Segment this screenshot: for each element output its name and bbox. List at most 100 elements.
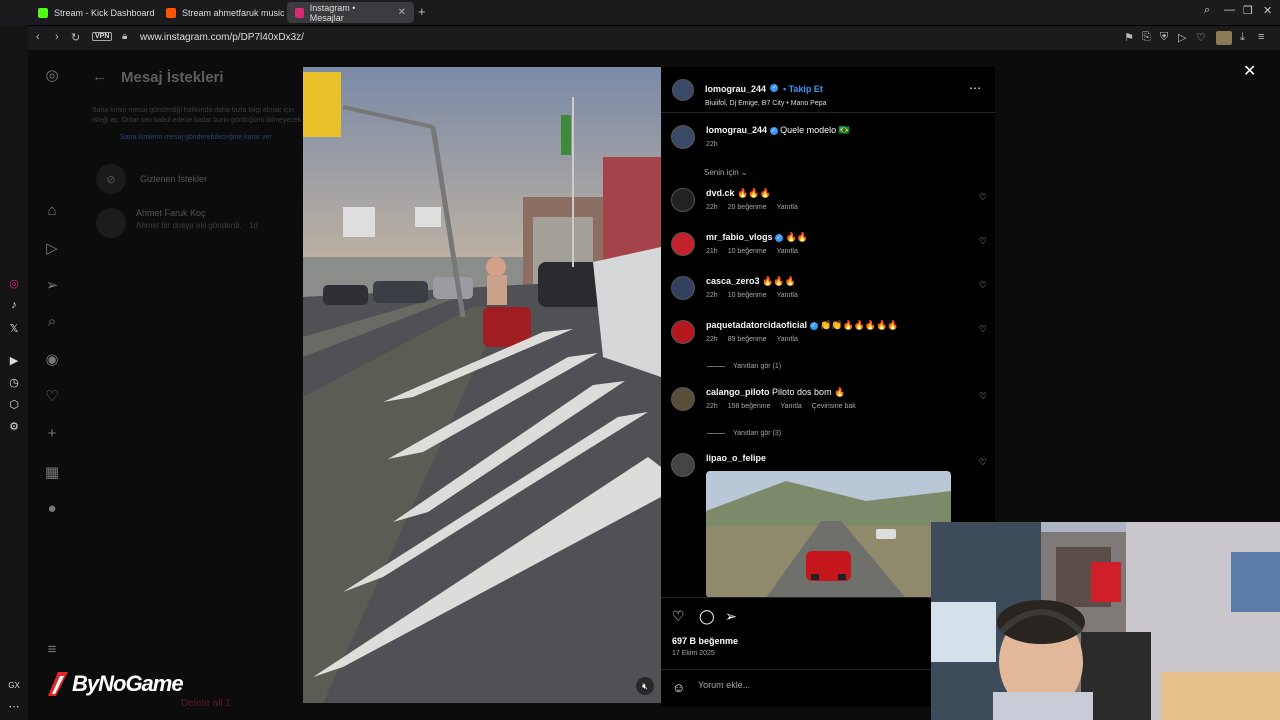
reels-icon[interactable]: ▷ — [28, 239, 76, 257]
search-icon[interactable]: ⌕ — [28, 313, 76, 330]
delete-all-button[interactable]: Delete all 1 — [181, 698, 231, 709]
comment-likes[interactable]: 89 beğenme — [728, 336, 767, 343]
like-icon[interactable]: ♡ — [672, 608, 685, 625]
share-icon[interactable]: ➢ — [725, 608, 737, 625]
follow-button[interactable]: • Takip Et — [783, 84, 823, 94]
messages-icon[interactable]: ➢ — [28, 276, 76, 294]
reply-button[interactable]: Yanıtla — [777, 248, 798, 255]
author-avatar[interactable] — [672, 79, 694, 101]
view-replies-button[interactable]: Yanıtları gör (3) — [707, 430, 781, 437]
vpn-badge[interactable]: VPN — [92, 32, 113, 41]
more-icon[interactable]: ⋯ — [0, 700, 28, 713]
comment-username[interactable]: paquetadatorcidaoficial — [706, 320, 807, 330]
minimize-icon[interactable]: — — [1224, 4, 1235, 16]
more-options-icon[interactable]: ⋯ — [969, 81, 981, 95]
tiktok-icon[interactable]: ♪ — [0, 299, 28, 311]
comment-gif[interactable] — [706, 471, 951, 598]
post-video[interactable]: 🔇︎ — [303, 67, 661, 703]
lock-icon[interactable]: 🔒︎ — [122, 31, 127, 42]
reply-button[interactable]: Yanıtla — [777, 336, 798, 343]
create-icon[interactable]: + — [28, 425, 76, 442]
notifications-icon[interactable]: ♡ — [28, 387, 76, 405]
player-icon[interactable]: ▶ — [0, 354, 28, 367]
like-comment-icon[interactable]: ♡ — [979, 457, 987, 468]
tab-instagram[interactable]: Instagram • Mesajlar ✕ — [287, 2, 414, 23]
profile-avatar-icon[interactable] — [1216, 31, 1232, 45]
author-username[interactable]: lomograu_244 — [705, 84, 766, 94]
avatar[interactable] — [671, 188, 695, 212]
profile-icon[interactable]: ● — [28, 500, 76, 517]
hidden-requests-item[interactable]: ⊘ Gizlenen İstekler — [96, 164, 207, 194]
reply-button[interactable]: Yanıtla — [781, 403, 802, 410]
sort-dropdown[interactable]: Senin için ⌄ — [704, 168, 748, 177]
menu-icon[interactable]: ≡ — [1258, 31, 1264, 43]
comment-likes[interactable]: 158 beğenme — [728, 403, 771, 410]
comment-likes[interactable]: 10 beğenme — [728, 248, 767, 255]
close-icon[interactable]: ✕ — [1243, 61, 1256, 81]
comment-input[interactable] — [698, 680, 958, 690]
snapshot-icon[interactable]: ⎘ — [1142, 31, 1151, 44]
back-arrow-icon[interactable]: ← — [92, 68, 107, 85]
instagram-icon — [295, 7, 304, 18]
emoji-icon[interactable]: ☺ — [672, 680, 685, 695]
forward-icon[interactable]: › — [55, 31, 59, 43]
search-tabs-icon[interactable]: ⌕ — [1204, 4, 1210, 17]
x-icon[interactable]: 𝕏 — [0, 322, 28, 335]
avatar[interactable] — [671, 453, 695, 477]
reply-button[interactable]: Yanıtla — [777, 292, 798, 299]
comment-icon[interactable]: ◯ — [699, 608, 715, 625]
explore-icon[interactable]: ◉ — [28, 350, 76, 368]
tab-kick[interactable]: Stream - Kick Dashboard — [30, 2, 163, 23]
like-comment-icon[interactable]: ♡ — [979, 324, 987, 335]
instagram-logo-icon[interactable]: ◎ — [28, 66, 76, 84]
url-field[interactable]: www.instagram.com/p/DP7l40xDx3z/ — [140, 32, 304, 43]
mute-icon[interactable]: 🔇︎ — [636, 677, 654, 695]
pin-icon[interactable]: ⚑ — [1124, 31, 1134, 44]
comment-username[interactable]: lipao_o_felipe — [706, 453, 766, 463]
heart-icon[interactable]: ♡ — [1196, 31, 1206, 44]
settings-icon[interactable]: ⚙ — [0, 420, 28, 433]
requests-description: Sana kimin mesaj gönderdiği hakkında dah… — [92, 107, 304, 124]
view-replies-button[interactable]: Yanıtları gör (1) — [707, 363, 781, 370]
download-icon[interactable]: ⤓ — [1240, 31, 1245, 44]
avatar[interactable] — [671, 232, 695, 256]
history-icon[interactable]: ◷ — [0, 376, 28, 389]
reply-button[interactable]: Yanıtla — [777, 204, 798, 211]
new-tab-button[interactable]: + — [418, 4, 426, 19]
comment-likes[interactable]: 20 beğenme — [728, 204, 767, 211]
home-icon[interactable]: ⌂ — [28, 202, 76, 219]
more-menu-icon[interactable]: ≡ — [28, 641, 76, 658]
reload-icon[interactable]: ↻ — [71, 31, 80, 44]
message-request-item[interactable]: Ahmet Faruk Koç Ahmet bir dosya eki gönd… — [96, 208, 258, 238]
extensions-icon[interactable]: ⬡ — [0, 398, 28, 411]
avatar[interactable] — [671, 387, 695, 411]
comment-username[interactable]: calango_piloto — [706, 387, 770, 397]
comment-username[interactable]: dvd.ck — [706, 188, 735, 198]
send-icon[interactable]: ▷ — [1178, 31, 1186, 44]
instagram-icon[interactable]: ◎ — [0, 277, 28, 290]
comment-username[interactable]: mr_fabio_vlogs — [706, 232, 773, 242]
avatar[interactable] — [671, 276, 695, 300]
hidden-requests-label: Gizlenen İstekler — [140, 174, 208, 184]
shield-icon[interactable]: ⛨ — [1160, 31, 1168, 44]
dashboard-icon[interactable]: ▦ — [28, 463, 76, 481]
like-comment-icon[interactable]: ♡ — [979, 391, 987, 402]
maximize-icon[interactable]: ❐ — [1243, 4, 1253, 17]
caption-username[interactable]: lomograu_244 — [706, 125, 767, 135]
like-comment-icon[interactable]: ♡ — [979, 280, 987, 291]
close-tab-icon[interactable]: ✕ — [398, 7, 406, 18]
gx-icon[interactable]: GX — [0, 681, 28, 690]
like-comment-icon[interactable]: ♡ — [979, 192, 987, 203]
like-count[interactable]: 697 B beğenme — [672, 636, 738, 646]
requests-settings-link[interactable]: Sana kimlerin mesaj gönderebileceğine ka… — [120, 134, 272, 141]
back-icon[interactable]: ‹ — [36, 31, 40, 43]
close-window-icon[interactable]: ✕ — [1263, 4, 1272, 17]
comment-username[interactable]: casca_zero3 — [706, 276, 760, 286]
like-comment-icon[interactable]: ♡ — [979, 236, 987, 247]
author-avatar[interactable] — [671, 125, 695, 149]
comment-likes[interactable]: 10 beğenme — [728, 292, 767, 299]
audio-info[interactable]: Biuiifol, Dj Emige, B7 City • Mano Pepa — [705, 100, 827, 107]
tab-soundcloud[interactable]: Stream ahmetfaruk music — [158, 2, 293, 23]
avatar[interactable] — [671, 320, 695, 344]
translate-button[interactable]: Çevirisine bak — [812, 403, 856, 410]
